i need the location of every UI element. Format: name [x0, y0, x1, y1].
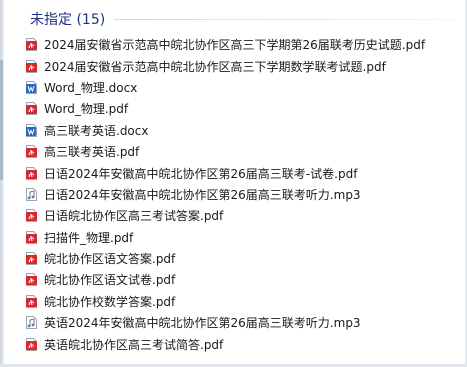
pdf-icon: [26, 166, 37, 180]
word-icon: [26, 80, 37, 94]
file-name: 日语2024年安徽高中皖北协作区第26届高三联考听力.mp3: [44, 187, 361, 202]
file-item[interactable]: 皖北协作区语文答案.pdf: [26, 248, 456, 269]
group-header[interactable]: 未指定 (15): [30, 8, 105, 30]
file-name: 皖北协作区语文试卷.pdf: [44, 273, 176, 288]
file-name: 2024届安徽省示范高中皖北协作区高三下学期数学联考试题.pdf: [44, 59, 386, 74]
pdf-icon: [26, 38, 37, 52]
file-item[interactable]: 皖北协作区语文试卷.pdf: [26, 269, 456, 290]
file-name: 扫描件_物理.pdf: [44, 230, 134, 245]
pdf-icon: [26, 273, 37, 287]
file-name: 皖北协作区语文答案.pdf: [44, 252, 176, 267]
group-title: 未指定 (15): [30, 12, 106, 28]
pdf-icon: [26, 145, 37, 159]
file-explorer-pane: 未指定 (15) 2024届安徽省示范高中皖北协作区高三下学期第26届联考历史试…: [0, 0, 467, 367]
file-item[interactable]: Word_物理.docx: [26, 77, 456, 98]
file-name: 皖北协作校数学答案.pdf: [44, 294, 176, 309]
file-item[interactable]: 日语皖北协作区高三考试答案.pdf: [26, 205, 456, 226]
file-name: 日语皖北协作区高三考试答案.pdf: [44, 209, 224, 224]
audio-icon: [26, 316, 37, 330]
file-item[interactable]: 日语2024年安徽高中皖北协作区第26届高三联考听力.mp3: [26, 184, 456, 205]
file-list: 2024届安徽省示范高中皖北协作区高三下学期第26届联考历史试题.pdf 202…: [26, 34, 456, 355]
file-name: 2024届安徽省示范高中皖北协作区高三下学期第26届联考历史试题.pdf: [44, 38, 426, 53]
file-item[interactable]: Word_物理.pdf: [26, 98, 456, 119]
file-name: 高三联考英语.pdf: [44, 145, 140, 160]
file-name: Word_物理.docx: [44, 80, 138, 95]
pdf-icon: [26, 294, 37, 308]
left-scroll-thumb[interactable]: [0, 60, 3, 180]
file-item[interactable]: 高三联考英语.pdf: [26, 141, 456, 162]
pdf-icon: [26, 252, 37, 266]
file-name: 高三联考英语.docx: [44, 123, 149, 138]
file-item[interactable]: 英语2024年安徽高中皖北协作区第26届高三联考听力.mp3: [26, 312, 456, 333]
word-icon: [26, 123, 37, 137]
pdf-icon: [26, 337, 37, 351]
audio-icon: [26, 187, 37, 201]
file-item[interactable]: 皖北协作校数学答案.pdf: [26, 291, 456, 312]
file-item[interactable]: 2024届安徽省示范高中皖北协作区高三下学期第26届联考历史试题.pdf: [26, 34, 456, 55]
file-item[interactable]: 高三联考英语.docx: [26, 120, 456, 141]
left-pane-edge: [0, 0, 4, 367]
group-divider: [114, 19, 454, 20]
file-item[interactable]: 日语2024年安徽高中皖北协作区第26届高三联考-试卷.pdf: [26, 162, 456, 183]
pdf-icon: [26, 59, 37, 73]
file-item[interactable]: 2024届安徽省示范高中皖北协作区高三下学期数学联考试题.pdf: [26, 55, 456, 76]
pdf-icon: [26, 209, 37, 223]
file-name: 英语2024年安徽高中皖北协作区第26届高三联考听力.mp3: [44, 316, 361, 331]
file-name: 英语皖北协作区高三考试简答.pdf: [44, 337, 224, 352]
file-item[interactable]: 扫描件_物理.pdf: [26, 227, 456, 248]
pdf-icon: [26, 102, 37, 116]
file-name: 日语2024年安徽高中皖北协作区第26届高三联考-试卷.pdf: [44, 166, 358, 181]
file-name: Word_物理.pdf: [44, 102, 129, 117]
file-item[interactable]: 英语皖北协作区高三考试简答.pdf: [26, 333, 456, 354]
pdf-icon: [26, 230, 37, 244]
